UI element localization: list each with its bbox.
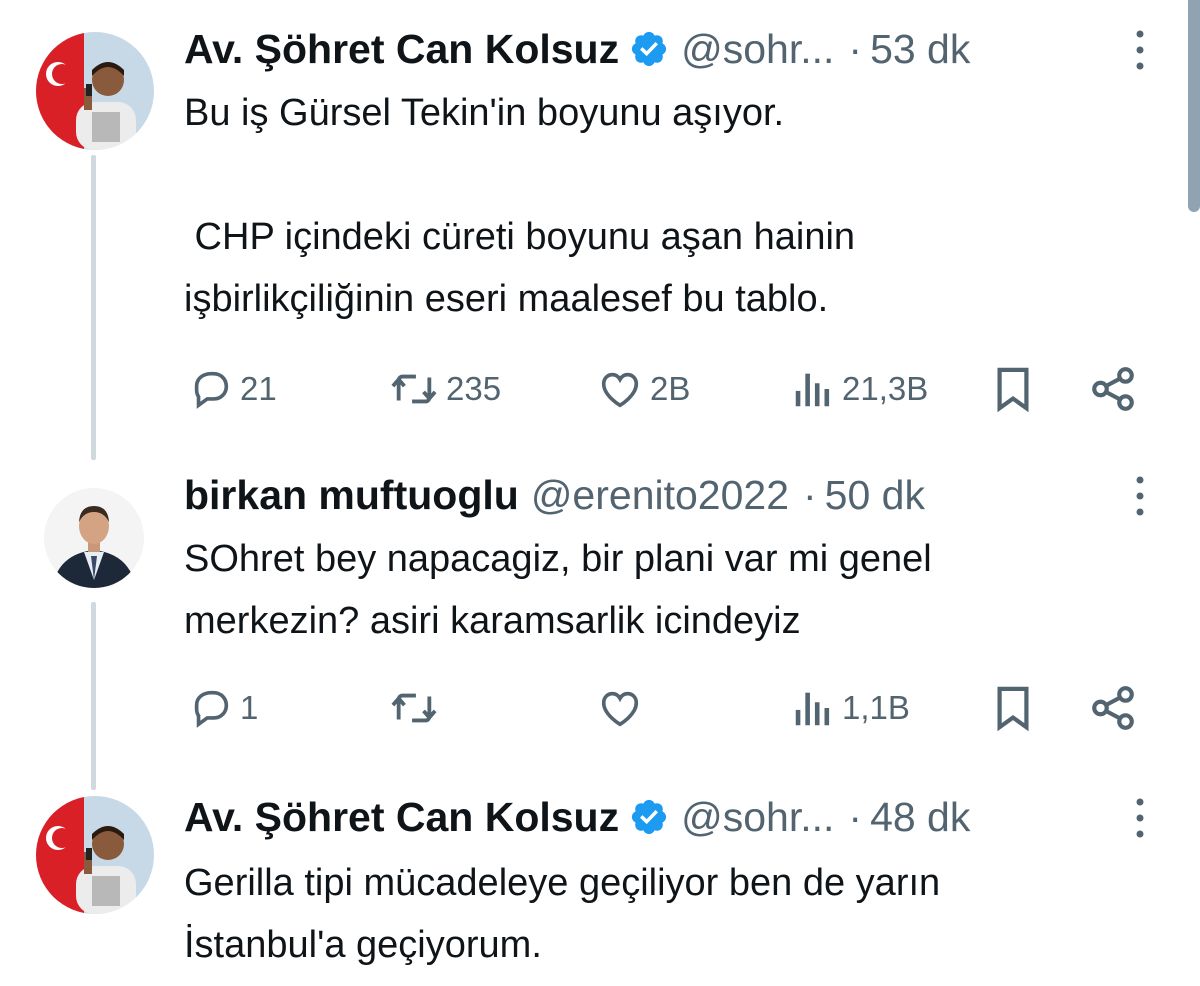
repost-icon <box>391 693 437 723</box>
views-button[interactable]: 1,1B <box>790 678 910 738</box>
more-vertical-icon[interactable] <box>1130 796 1150 840</box>
separator-dot: · <box>803 471 817 518</box>
reply-icon <box>194 690 229 728</box>
tweet-header: Av. Şöhret Can Kolsuz @sohr... · 53 dk <box>184 14 970 84</box>
tweet-text-line <box>184 144 1164 206</box>
views-count: 21,3B <box>842 370 929 407</box>
tweet-text: Gerilla tipi mücadeleye geçiliyor ben de… <box>184 852 1164 976</box>
verified-badge-icon <box>632 31 667 67</box>
tweet-header: birkan muftuoglu @erenito2022 · 50 dk <box>184 460 925 530</box>
separator-dot: · <box>848 793 863 840</box>
share-button[interactable] <box>1088 678 1138 738</box>
like-button[interactable]: 2B <box>596 359 690 419</box>
tweet-text-line: Bu iş Gürsel Tekin'in boyunu aşıyor. <box>184 92 785 134</box>
views-count: 1,1B <box>842 689 910 726</box>
tweet-text-line: işbirlikçiliğinin eseri maalesef bu tabl… <box>184 278 829 320</box>
share-icon <box>1092 686 1134 730</box>
tweet-text-line: Gerilla tipi mücadeleye geçiliyor ben de… <box>184 862 941 904</box>
reply-count: 21 <box>240 370 277 407</box>
tweet-header: Av. Şöhret Can Kolsuz @sohr... · 48 dk <box>184 782 970 852</box>
reply-icon <box>194 371 229 409</box>
verified-badge-icon <box>632 799 667 835</box>
reply-button[interactable]: 21 <box>188 359 277 419</box>
views-icon <box>795 692 830 726</box>
author-handle[interactable]: @sohr... <box>681 794 834 841</box>
tweet-text: Bu iş Gürsel Tekin'in boyunu aşıyor. CHP… <box>184 82 1164 330</box>
bookmark-button[interactable] <box>990 678 1036 738</box>
views-button[interactable]: 21,3B <box>790 359 928 419</box>
action-bar: 1 1,1B <box>0 678 1200 738</box>
more-vertical-icon[interactable] <box>1130 474 1150 518</box>
timestamp[interactable]: 50 dk <box>825 472 925 519</box>
share-button[interactable] <box>1088 359 1138 419</box>
author-name[interactable]: birkan muftuoglu <box>184 472 519 519</box>
author-handle[interactable]: @sohr... <box>681 26 834 73</box>
bookmark-icon <box>997 686 1029 732</box>
tweet-text: SOhret bey napacagiz, bir plani var mi g… <box>184 528 1164 652</box>
share-icon <box>1092 367 1134 411</box>
author-handle[interactable]: @erenito2022 <box>531 472 789 519</box>
tweet-text-line: merkezin? asiri karamsarlik icindeyiz <box>184 600 801 642</box>
avatar[interactable] <box>36 796 154 914</box>
bookmark-icon <box>997 367 1029 413</box>
author-name[interactable]: Av. Şöhret Can Kolsuz <box>184 794 619 841</box>
more-vertical-icon[interactable] <box>1130 28 1150 72</box>
like-icon <box>601 372 639 408</box>
like-icon <box>601 691 639 727</box>
reply-button[interactable]: 1 <box>188 678 258 738</box>
scrollbar[interactable] <box>1188 0 1200 212</box>
timestamp[interactable]: 53 dk <box>870 26 970 73</box>
tweet-text-line: SOhret bey napacagiz, bir plani var mi g… <box>184 538 932 580</box>
like-count: 2B <box>650 370 691 407</box>
author-name[interactable]: Av. Şöhret Can Kolsuz <box>184 26 619 73</box>
repost-count: 235 <box>446 370 502 407</box>
timestamp[interactable]: 48 dk <box>870 794 970 841</box>
bookmark-button[interactable] <box>990 359 1036 419</box>
repost-button[interactable]: 235 <box>388 359 501 419</box>
action-bar: 21 235 2B 21,3B <box>0 359 1200 419</box>
separator-dot: · <box>848 25 863 72</box>
like-button[interactable] <box>596 678 650 738</box>
reply-count: 1 <box>240 689 259 726</box>
views-icon <box>795 373 830 407</box>
avatar[interactable] <box>36 32 154 150</box>
tweet-text-line: İstanbul'a geçiyorum. <box>184 924 542 966</box>
repost-button[interactable] <box>388 678 446 738</box>
tweet-text-line: CHP içindeki cüreti boyunu aşan hainin <box>184 216 856 258</box>
thread-view: Av. Şöhret Can Kolsuz @sohr... · 53 dk B… <box>0 0 1200 986</box>
repost-icon <box>391 374 437 404</box>
avatar[interactable] <box>44 488 144 588</box>
